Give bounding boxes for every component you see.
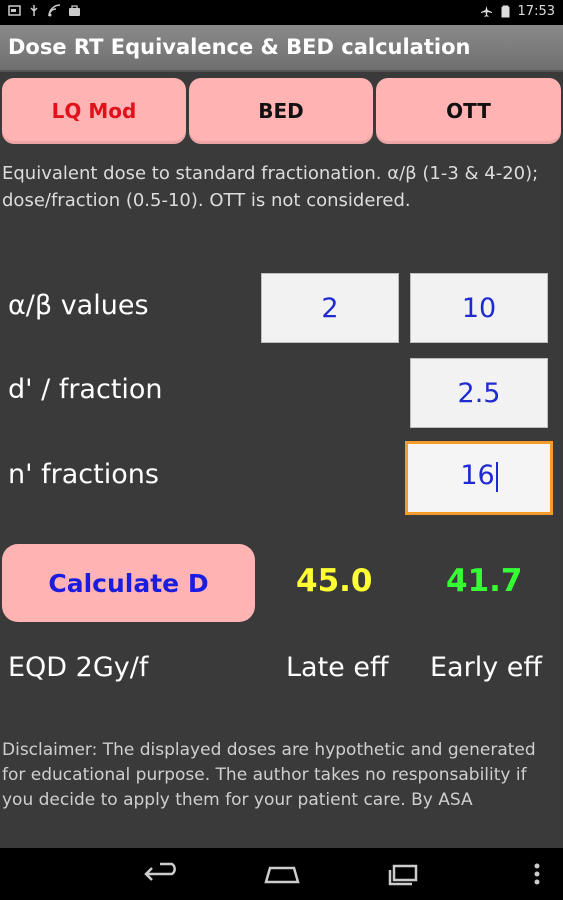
n-fractions-input[interactable]: 16 — [405, 441, 553, 515]
mode-tabs: LQ Mod BED OTT — [0, 78, 563, 144]
back-icon[interactable] — [142, 860, 182, 888]
battery-icon — [501, 5, 510, 18]
disclaimer-text: Disclaimer: The displayed doses are hypo… — [2, 740, 536, 810]
description-text: Equivalent dose to standard fractionatio… — [2, 163, 539, 211]
status-bar: 17:53 — [0, 0, 563, 25]
calculate-button[interactable]: Calculate D — [2, 544, 255, 622]
recent-apps-icon[interactable] — [384, 860, 424, 888]
tab-bed[interactable]: BED — [189, 78, 373, 144]
home-icon[interactable] — [262, 860, 302, 888]
n-fractions-value: 16 — [460, 460, 495, 491]
airplane-mode-icon — [480, 6, 492, 17]
alpha-beta-late-input[interactable]: 2 — [261, 273, 399, 343]
status-time: 17:53 — [517, 4, 555, 19]
tab-ott[interactable]: OTT — [376, 78, 561, 144]
early-effect-result: 41.7 — [446, 563, 523, 599]
wifi-signal-icon — [48, 4, 61, 17]
app-title: Dose RT Equivalence & BED calculation — [8, 35, 471, 59]
late-effect-result: 45.0 — [296, 563, 373, 599]
early-effect-label: Early eff — [430, 652, 542, 683]
dose-fraction-input[interactable]: 2.5 — [410, 358, 548, 428]
tab-lq-mod[interactable]: LQ Mod — [2, 78, 186, 144]
alpha-beta-early-input[interactable]: 10 — [410, 273, 548, 343]
overflow-menu-icon[interactable] — [527, 860, 547, 888]
app-title-bar: Dose RT Equivalence & BED calculation — [0, 25, 563, 72]
text-caret — [495, 461, 498, 492]
dose-fraction-label: d' / fraction — [8, 374, 163, 405]
alpha-beta-label: α/β values — [8, 290, 149, 321]
late-effect-label: Late eff — [286, 652, 389, 683]
shopping-bag-icon — [69, 5, 80, 16]
navigation-bar — [0, 848, 563, 900]
eqd-label: EQD 2Gy/f — [8, 652, 149, 683]
usb-icon — [30, 5, 38, 16]
notification-icon — [8, 5, 21, 16]
n-fractions-label: n' fractions — [8, 459, 159, 490]
